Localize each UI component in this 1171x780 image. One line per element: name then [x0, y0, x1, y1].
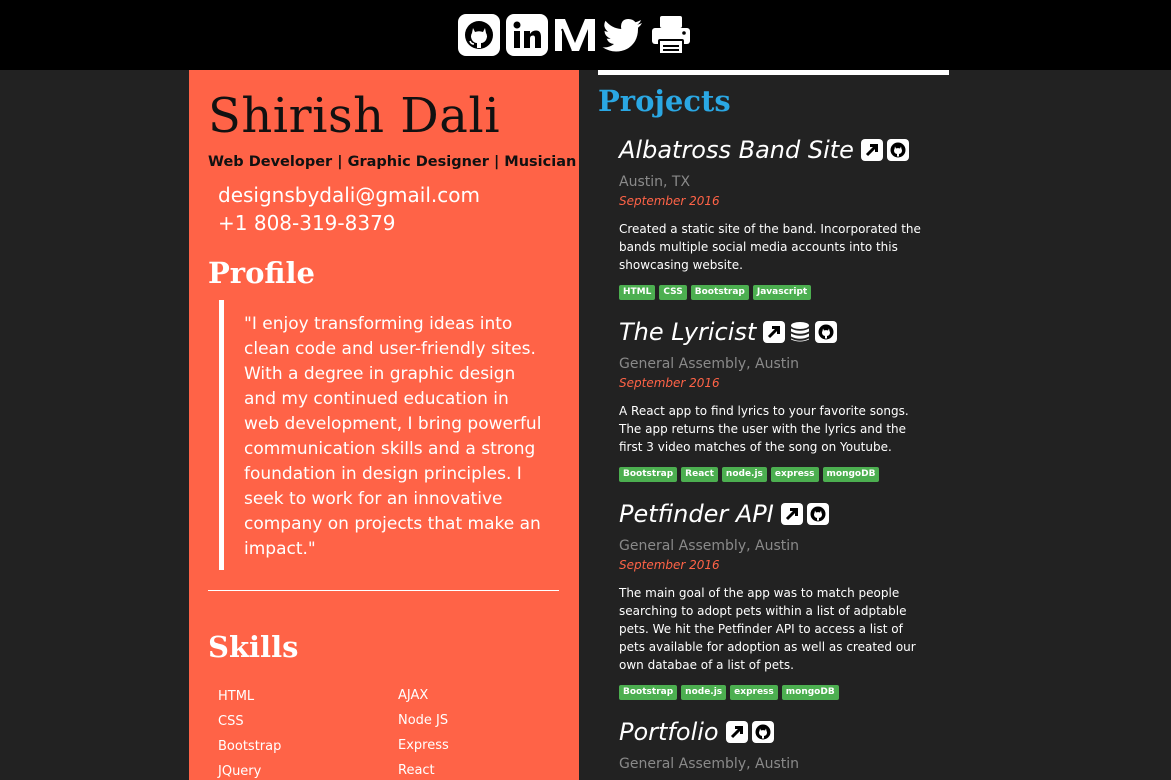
project-tags: Bootstrap React node.js express mongoDB [619, 467, 949, 482]
project-title: Albatross Band Site [619, 136, 854, 164]
skills-list-left: HTML CSS Bootstrap JQuery [218, 689, 378, 780]
skill-item: Express [398, 738, 449, 753]
tech-tag: CSS [659, 285, 687, 300]
github-icon[interactable] [751, 721, 774, 743]
skill-item: React [398, 763, 435, 778]
tech-tag: express [770, 467, 819, 482]
project-card: The Lyricist General Assembly, Austin Se… [619, 314, 949, 482]
phone-link[interactable]: +1 808-319-8379 [218, 211, 396, 235]
linkedin-icon [506, 14, 548, 56]
profile-quote: "I enjoy transforming ideas into clean c… [219, 300, 549, 570]
tech-tag: mongoDB [781, 685, 839, 700]
tech-tag: node.js [681, 685, 727, 700]
person-name: Shirish Dali [208, 88, 501, 144]
external-link-icon[interactable] [780, 503, 803, 525]
project-location: Austin, TX [619, 174, 691, 190]
external-link-icon[interactable] [860, 139, 883, 161]
project-title: The Lyricist [619, 318, 757, 346]
project-card: Petfinder API General Assembly, Austin S… [619, 496, 949, 700]
skill-item: CSS [218, 714, 244, 729]
tech-tag: Javascript [752, 285, 812, 300]
project-title-row: The Lyricist [619, 314, 949, 350]
project-title: Petfinder API [619, 500, 774, 528]
github-link[interactable] [457, 13, 501, 57]
project-description: Created a static site of the band. Incor… [619, 222, 921, 272]
skills-list-right: AJAX Node JS Express React [398, 688, 558, 780]
project-date: September 2016 [619, 194, 720, 208]
tagline: Web Developer | Graphic Designer | Music… [208, 154, 577, 170]
profile-heading: Profile [208, 256, 315, 290]
twitter-link[interactable] [601, 13, 645, 57]
skill-item: Node JS [398, 713, 449, 728]
external-link-icon[interactable] [725, 721, 748, 743]
skill-item: AJAX [398, 688, 429, 703]
social-links [457, 13, 693, 57]
project-description: A React app to find lyrics to your favor… [619, 404, 909, 454]
tech-tag: express [730, 685, 778, 700]
project-title-row: Portfolio [619, 714, 949, 750]
medium-icon [555, 19, 595, 52]
project-title-row: Petfinder API [619, 496, 949, 532]
section-divider [208, 590, 559, 591]
github-icon[interactable] [806, 503, 829, 525]
external-link-icon[interactable] [763, 321, 786, 343]
project-card: Portfolio General Assembly, Austin [619, 714, 949, 774]
project-date: September 2016 [619, 376, 720, 390]
project-card: Albatross Band Site Austin, TX September… [619, 132, 949, 300]
project-location: General Assembly, Austin [619, 356, 799, 372]
tech-tag: HTML [619, 285, 656, 300]
tech-tag: Bootstrap [619, 685, 678, 700]
github-icon[interactable] [815, 321, 838, 343]
tech-tag: Bootstrap [690, 285, 749, 300]
tech-tag: React [681, 467, 718, 482]
twitter-icon [602, 19, 642, 52]
project-description: The main goal of the app was to match pe… [619, 586, 916, 672]
skill-item: JQuery [218, 764, 262, 779]
email-link[interactable]: designsbydali@gmail.com [218, 183, 480, 207]
projects-heading: Projects [598, 84, 731, 118]
tech-tag: node.js [721, 467, 767, 482]
project-date: September 2016 [619, 558, 720, 572]
skill-item: HTML [218, 689, 255, 704]
print-link[interactable] [649, 13, 693, 57]
print-icon [652, 16, 690, 55]
skill-item: Bootstrap [218, 739, 282, 754]
medium-link[interactable] [553, 13, 597, 57]
database-icon[interactable] [789, 321, 811, 343]
project-location: General Assembly, Austin [619, 538, 799, 554]
projects-top-rule [598, 70, 949, 75]
linkedin-link[interactable] [505, 13, 549, 57]
github-icon[interactable] [886, 139, 909, 161]
project-title-row: Albatross Band Site [619, 132, 949, 168]
project-location: General Assembly, Austin [619, 756, 799, 772]
project-tags: HTML CSS Bootstrap Javascript [619, 285, 949, 300]
tech-tag: mongoDB [822, 467, 880, 482]
github-icon [458, 14, 500, 56]
project-title: Portfolio [619, 718, 719, 746]
top-bar [0, 0, 1171, 70]
tech-tag: Bootstrap [619, 467, 678, 482]
skills-heading: Skills [208, 630, 299, 664]
project-tags: Bootstrap node.js express mongoDB [619, 685, 949, 700]
resume-sidebar: Shirish Dali Web Developer | Graphic Des… [189, 70, 579, 780]
